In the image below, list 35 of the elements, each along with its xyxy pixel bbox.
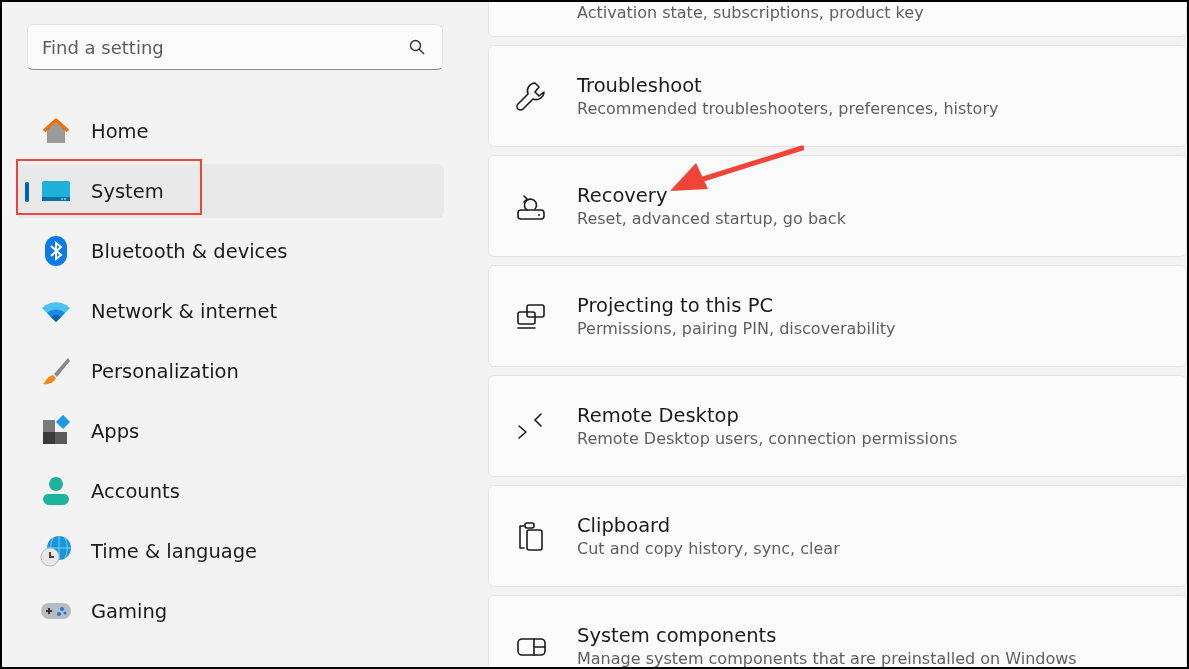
- person-icon: [40, 475, 72, 507]
- settings-card[interactable]: Clipboard Cut and copy history, sync, clear: [488, 485, 1187, 587]
- setting-description: Manage system components that are preinstalled on Windows: [577, 649, 1077, 667]
- apps-icon: [40, 415, 72, 447]
- settings-card[interactable]: Activation state, subscriptions, product key: [488, 2, 1187, 37]
- sidebar-item[interactable]: Gaming: [16, 584, 444, 638]
- setting-description: Cut and copy history, sync, clear: [577, 539, 840, 558]
- sidebar-item[interactable]: Network & internet: [16, 284, 444, 338]
- setting-description: Permissions, pairing PIN, discoverability: [577, 319, 896, 338]
- setting-description: Recommended troubleshooters, preferences, history: [577, 99, 999, 118]
- sidebar-item[interactable]: Home: [16, 104, 444, 158]
- setting-description: Activation state, subscriptions, product key: [577, 3, 924, 22]
- setting-title: Recovery: [577, 184, 669, 207]
- setting-description: Reset, advanced startup, go back: [577, 209, 846, 228]
- settings-card[interactable]: Recovery Reset, advanced startup, go back: [488, 155, 1187, 257]
- setting-description: Remote Desktop users, connection permissions: [577, 429, 958, 448]
- wrench-icon: [515, 80, 547, 112]
- sidebar-item[interactable]: Bluetooth & devices: [16, 224, 444, 278]
- sidebar-item[interactable]: Accounts: [16, 464, 444, 518]
- settings-card[interactable]: System components Manage system components that are preinstalled on Windows: [488, 595, 1187, 667]
- settings-card[interactable]: Remote Desktop Remote Desktop users, connection permissions: [488, 375, 1187, 477]
- search-icon: [409, 39, 425, 55]
- sidebar-item[interactable]: Personalization: [16, 344, 444, 398]
- setting-title: Troubleshoot: [577, 74, 703, 97]
- setting-title: Projecting to this PC: [577, 294, 774, 317]
- sidebar-item[interactable]: Time & language: [16, 524, 444, 578]
- settings-card[interactable]: Projecting to this PC Permissions, pairing PIN, discoverability: [488, 265, 1187, 367]
- sidebar-item[interactable]: Apps: [16, 404, 444, 458]
- setting-title: Clipboard: [577, 514, 672, 537]
- setting-title: System components: [577, 624, 778, 647]
- search-field[interactable]: Find a setting: [27, 24, 443, 70]
- selection-indicator: [25, 182, 29, 202]
- setting-title: Remote Desktop: [577, 404, 740, 427]
- globe-clock-icon: [40, 535, 72, 567]
- settings-card[interactable]: Troubleshoot Recommended troubleshooters, preferences, history: [488, 45, 1187, 147]
